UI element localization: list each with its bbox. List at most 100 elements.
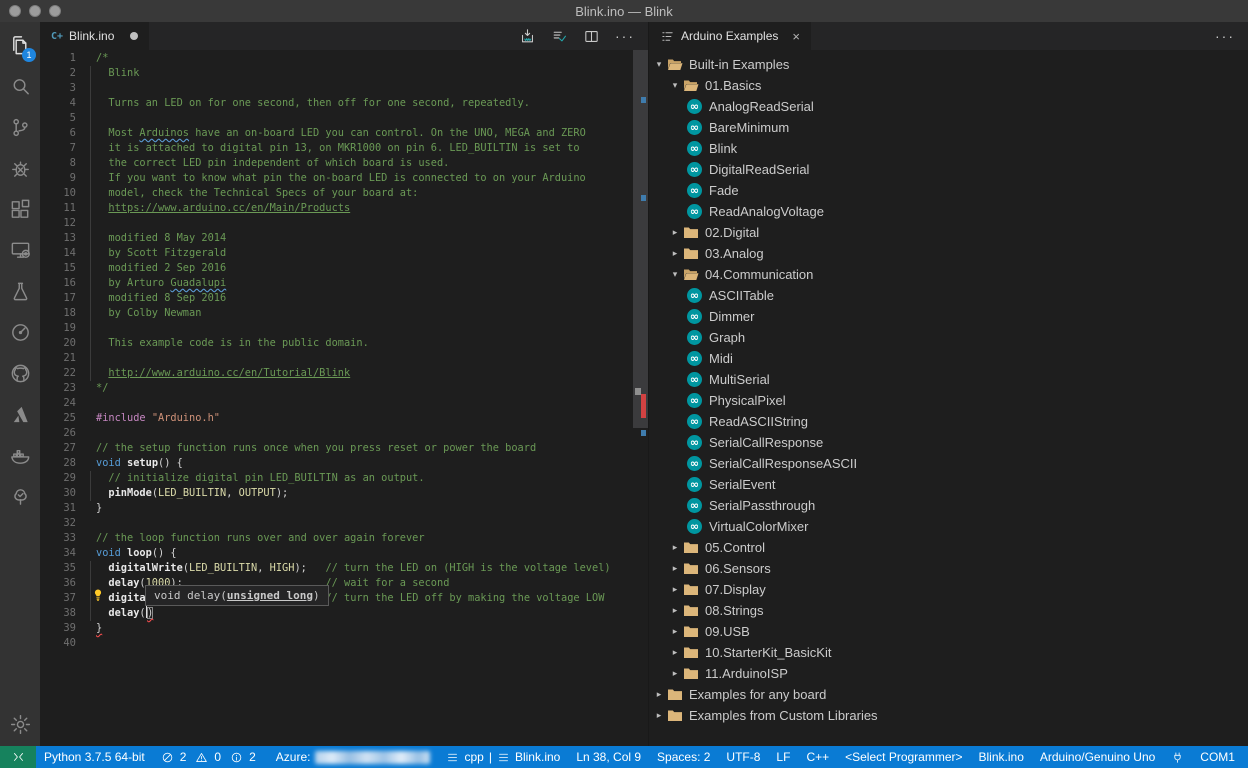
code-line-13[interactable]: modified 8 May 2014	[96, 231, 632, 246]
tree-item-08-strings[interactable]: ▸08.Strings	[649, 600, 1248, 621]
status-python-interpreter[interactable]: Python 3.7.5 64-bit	[36, 746, 153, 768]
tree-item-midi[interactable]: ∞Midi	[649, 348, 1248, 369]
upload-button[interactable]	[519, 28, 536, 45]
chevron-collapsed-icon[interactable]: ▸	[669, 626, 681, 637]
code-line-33[interactable]: // the loop function runs over and over …	[96, 531, 632, 546]
activity-extensions[interactable]	[0, 189, 40, 230]
tree-item-graph[interactable]: ∞Graph	[649, 327, 1248, 348]
chevron-collapsed-icon[interactable]: ▸	[669, 647, 681, 658]
scrollbar-slider[interactable]	[633, 50, 648, 428]
tree-item-05-control[interactable]: ▸05.Control	[649, 537, 1248, 558]
minimize-window-button[interactable]	[29, 5, 41, 17]
activity-test-flask[interactable]	[0, 271, 40, 312]
code-line-38[interactable]: delay()	[96, 606, 632, 621]
status-language-mode[interactable]: C++	[798, 746, 837, 768]
code-line-30[interactable]: pinMode(LED_BUILTIN, OUTPUT);	[96, 486, 632, 501]
tree-item-09-usb[interactable]: ▸09.USB	[649, 621, 1248, 642]
code-line-25[interactable]: #include "Arduino.h"	[96, 411, 632, 426]
status-cursor-position[interactable]: Ln 38, Col 9	[568, 746, 649, 768]
code-line-8[interactable]: the correct LED pin independent of which…	[96, 156, 632, 171]
tab-arduino-examples[interactable]: Arduino Examples ×	[649, 22, 811, 50]
chevron-collapsed-icon[interactable]: ▸	[669, 668, 681, 679]
activity-search[interactable]	[0, 66, 40, 107]
code-line-32[interactable]	[96, 516, 632, 531]
code-line-20[interactable]: This example code is in the public domai…	[96, 336, 632, 351]
status-serial-port[interactable]: COM1	[1192, 746, 1243, 768]
tree-item-asciitable[interactable]: ∞ASCIITable	[649, 285, 1248, 306]
tree-item-01-basics[interactable]: ▾01.Basics	[649, 75, 1248, 96]
status-file-language[interactable]: cpp|Blink.ino	[438, 746, 568, 768]
chevron-collapsed-icon[interactable]: ▸	[669, 584, 681, 595]
code-line-35[interactable]: digitalWrite(LED_BUILTIN, HIGH); // turn…	[96, 561, 632, 576]
tree-item-blink[interactable]: ∞Blink	[649, 138, 1248, 159]
code-line-18[interactable]: by Colby Newman	[96, 306, 632, 321]
tree-item-readasciistring[interactable]: ∞ReadASCIIString	[649, 411, 1248, 432]
activity-gauge[interactable]	[0, 312, 40, 353]
activity-github[interactable]	[0, 353, 40, 394]
code-line-29[interactable]: // initialize digital pin LED_BUILTIN as…	[96, 471, 632, 486]
code-line-17[interactable]: modified 8 Sep 2016	[96, 291, 632, 306]
code-line-5[interactable]	[96, 111, 632, 126]
code-line-14[interactable]: by Scott Fitzgerald	[96, 246, 632, 261]
tree-item-digitalreadserial[interactable]: ∞DigitalReadSerial	[649, 159, 1248, 180]
status-select-programmer[interactable]: <Select Programmer>	[837, 746, 970, 768]
chevron-collapsed-icon[interactable]: ▸	[669, 227, 681, 238]
tree-item-06-sensors[interactable]: ▸06.Sensors	[649, 558, 1248, 579]
status-indentation[interactable]: Spaces: 2	[649, 746, 718, 768]
chevron-expanded-icon[interactable]: ▾	[669, 80, 681, 91]
tree-item-fade[interactable]: ∞Fade	[649, 180, 1248, 201]
tree-item-02-digital[interactable]: ▸02.Digital	[649, 222, 1248, 243]
tree-item-examples-for-any-board[interactable]: ▸Examples for any board	[649, 684, 1248, 705]
code-editor[interactable]: 1234567891011121314151617181920212223242…	[40, 50, 648, 746]
code-line-24[interactable]	[96, 396, 632, 411]
tree-item-03-analog[interactable]: ▸03.Analog	[649, 243, 1248, 264]
status-sketch-name[interactable]: Blink.ino	[971, 746, 1032, 768]
code-line-23[interactable]: */	[96, 381, 632, 396]
code-line-3[interactable]	[96, 81, 632, 96]
activity-docker[interactable]	[0, 435, 40, 476]
status-platform[interactable]: Mac	[1243, 746, 1248, 768]
close-window-button[interactable]	[9, 5, 21, 17]
tree-item-bareminimum[interactable]: ∞BareMinimum	[649, 117, 1248, 138]
chevron-collapsed-icon[interactable]: ▸	[669, 605, 681, 616]
split-editor-button[interactable]	[583, 28, 600, 45]
status-board-name[interactable]: Arduino/Genuino Uno	[1032, 746, 1163, 768]
chevron-collapsed-icon[interactable]: ▸	[653, 710, 665, 721]
chevron-collapsed-icon[interactable]: ▸	[669, 563, 681, 574]
code-line-28[interactable]: void setup() {	[96, 456, 632, 471]
activity-remote-explorer[interactable]	[0, 230, 40, 271]
tree-item-07-display[interactable]: ▸07.Display	[649, 579, 1248, 600]
tree-item-dimmer[interactable]: ∞Dimmer	[649, 306, 1248, 327]
status-encoding[interactable]: UTF-8	[718, 746, 768, 768]
activity-test-explorer[interactable]	[0, 476, 40, 517]
activity-debug[interactable]	[0, 148, 40, 189]
scrollbar[interactable]	[633, 50, 648, 746]
code-content[interactable]: /* Blink Turns an LED on for one second,…	[96, 51, 632, 651]
tree-item-examples-from-custom-libraries[interactable]: ▸Examples from Custom Libraries	[649, 705, 1248, 726]
tree-item-multiserial[interactable]: ∞MultiSerial	[649, 369, 1248, 390]
verify-button[interactable]	[551, 28, 568, 45]
tree-item-10-starterkit-basickit[interactable]: ▸10.StarterKit_BasicKit	[649, 642, 1248, 663]
tree-item-built-in-examples[interactable]: ▾Built-in Examples	[649, 54, 1248, 75]
status-problems[interactable]: 202	[153, 746, 268, 768]
tree-item-physicalpixel[interactable]: ∞PhysicalPixel	[649, 390, 1248, 411]
activity-explorer[interactable]: 1	[0, 25, 40, 66]
status-remote-indicator[interactable]	[0, 746, 36, 768]
tree-item-serialcallresponse[interactable]: ∞SerialCallResponse	[649, 432, 1248, 453]
close-tab-icon[interactable]: ×	[792, 29, 800, 44]
code-action-lightbulb-icon[interactable]	[91, 588, 105, 603]
code-line-19[interactable]	[96, 321, 632, 336]
dirty-indicator-icon[interactable]	[130, 32, 138, 40]
code-line-27[interactable]: // the setup function runs once when you…	[96, 441, 632, 456]
activity-settings[interactable]	[0, 702, 40, 746]
code-line-9[interactable]: If you want to know what pin the on-boar…	[96, 171, 632, 186]
code-line-22[interactable]: http://www.arduino.cc/en/Tutorial/Blink	[96, 366, 632, 381]
code-line-26[interactable]	[96, 426, 632, 441]
code-line-11[interactable]: https://www.arduino.cc/en/Main/Products	[96, 201, 632, 216]
code-line-15[interactable]: modified 2 Sep 2016	[96, 261, 632, 276]
tree-item-11-arduinoisp[interactable]: ▸11.ArduinoISP	[649, 663, 1248, 684]
chevron-collapsed-icon[interactable]: ▸	[669, 248, 681, 259]
status-eol[interactable]: LF	[768, 746, 798, 768]
code-line-12[interactable]	[96, 216, 632, 231]
code-line-10[interactable]: model, check the Technical Specs of your…	[96, 186, 632, 201]
